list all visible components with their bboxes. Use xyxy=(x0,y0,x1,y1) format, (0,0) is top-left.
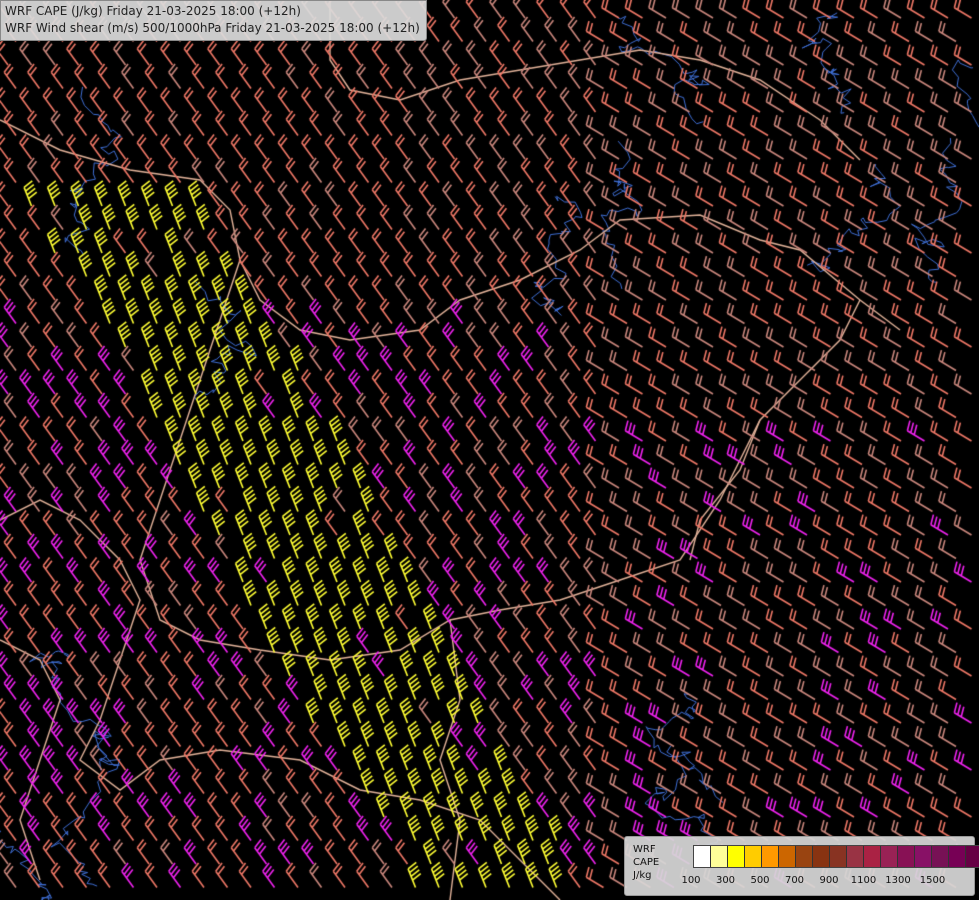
legend-swatch xyxy=(694,846,711,867)
cape-legend: WRF CAPE J/kg 100 300 500 700 900 1100 1300 150… xyxy=(624,836,979,896)
legend-swatch xyxy=(881,846,898,867)
legend-tick: 700 xyxy=(784,875,805,886)
legend-tick: 1500 xyxy=(919,875,946,886)
map-title-shear: WRF Wind shear (m/s) 500/1000hPa Friday … xyxy=(5,21,420,35)
legend-swatch xyxy=(796,846,813,867)
legend-swatch xyxy=(949,846,966,867)
legend-tick: 300 xyxy=(715,875,736,886)
legend-swatch xyxy=(847,846,864,867)
legend-swatch xyxy=(864,846,881,867)
legend-swatch xyxy=(830,846,847,867)
legend-tick: 1100 xyxy=(850,875,877,886)
legend-label-field: CAPE xyxy=(633,857,660,868)
legend-tick: 100 xyxy=(681,875,701,886)
legend-swatch xyxy=(966,846,979,867)
legend-tick: 1300 xyxy=(885,875,911,886)
legend-color-scale xyxy=(693,845,979,868)
legend-swatch xyxy=(762,846,779,867)
legend-swatch xyxy=(711,846,728,867)
legend-tick-labels: 100 300 500 700 900 1100 1300 1500 xyxy=(680,875,970,889)
map-title-box: WRF CAPE (J/kg) Friday 21-03-2025 18:00 … xyxy=(0,0,427,41)
legend-tick: 900 xyxy=(819,875,839,886)
legend-swatch xyxy=(779,846,796,867)
wind-barb-map xyxy=(0,0,979,900)
map-title-cape: WRF CAPE (J/kg) Friday 21-03-2025 18:00 … xyxy=(5,4,301,18)
legend-label-model: WRF xyxy=(633,844,656,855)
legend-swatch xyxy=(813,846,830,867)
legend-swatch xyxy=(898,846,915,867)
legend-labels: WRF CAPE J/kg xyxy=(633,843,659,882)
legend-swatch xyxy=(915,846,932,867)
legend-swatch xyxy=(932,846,949,867)
legend-tick: 500 xyxy=(750,875,770,886)
legend-swatch xyxy=(745,846,762,867)
legend-swatch xyxy=(728,846,745,867)
legend-label-unit: J/kg xyxy=(633,870,652,881)
